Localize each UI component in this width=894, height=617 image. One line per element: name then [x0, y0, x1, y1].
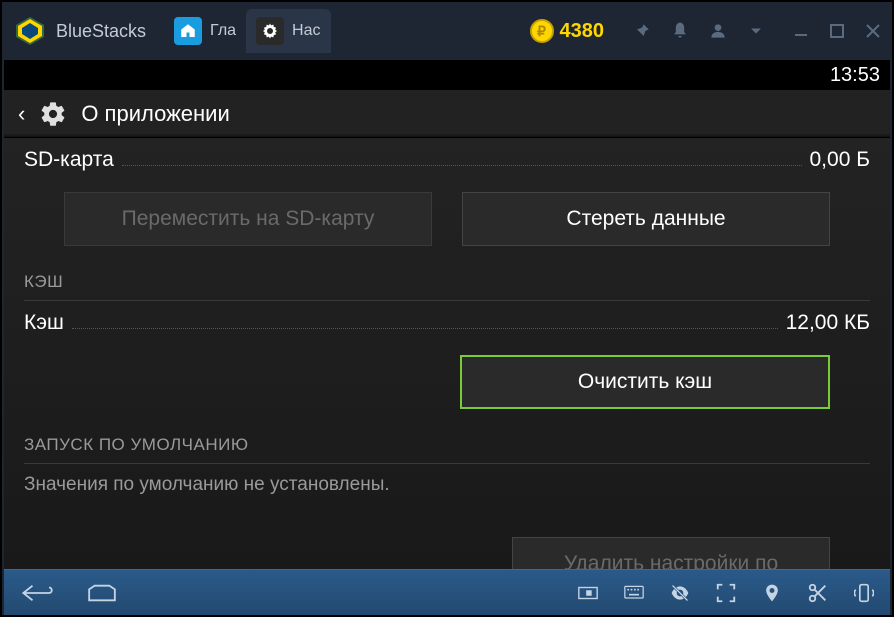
bell-icon[interactable]: [670, 21, 690, 41]
keyboard-icon[interactable]: [622, 581, 646, 605]
tab-settings[interactable]: Нас: [246, 9, 330, 53]
tab-settings-label: Нас: [292, 22, 320, 40]
rotate-icon[interactable]: [852, 581, 876, 605]
home-icon: [174, 17, 202, 45]
launch-defaults-text: Значения по умолчанию не установлены.: [4, 464, 890, 506]
bluestacks-logo-icon: [12, 13, 48, 49]
sd-card-row: SD-карта 0,00 Б: [4, 138, 890, 182]
page-title: О приложении: [81, 101, 229, 127]
cache-label: Кэш: [24, 311, 64, 335]
coin-value: 4380: [560, 20, 605, 43]
location-icon[interactable]: [760, 581, 784, 605]
sd-card-label: SD-карта: [24, 148, 114, 172]
fullscreen-icon[interactable]: [714, 581, 738, 605]
android-screen: 13:53 ‹ О приложении SD-карта 0,00 Б Пер…: [4, 60, 890, 615]
gear-icon: [256, 17, 284, 45]
clear-defaults-button[interactable]: Удалить настройки по: [512, 537, 830, 569]
coins-display[interactable]: ₽ 4380: [530, 19, 605, 43]
scissors-icon[interactable]: [806, 581, 830, 605]
status-bar: 13:53: [4, 60, 890, 90]
tabs: Гла Нас: [164, 2, 330, 60]
gear-icon: [39, 100, 67, 128]
pin-icon[interactable]: [632, 21, 652, 41]
app-name: BlueStacks: [56, 21, 146, 42]
input-method-icon[interactable]: [576, 581, 600, 605]
back-icon[interactable]: ‹: [18, 101, 25, 127]
maximize-button[interactable]: [828, 22, 846, 40]
android-navbar: [4, 569, 890, 615]
titlebar: BlueStacks Гла Нас ₽ 4380: [2, 2, 892, 60]
status-time: 13:53: [830, 64, 880, 87]
chevron-down-icon[interactable]: [746, 21, 766, 41]
tab-home[interactable]: Гла: [164, 9, 246, 53]
launch-section-header: ЗАПУСК ПО УМОЛЧАНИЮ: [4, 423, 890, 463]
cache-row: Кэш 12,00 КБ: [4, 301, 890, 345]
sd-card-value: 0,00 Б: [810, 148, 871, 172]
clear-cache-button[interactable]: Очистить кэш: [460, 355, 830, 409]
move-to-sd-button: Переместить на SD-карту: [64, 192, 432, 246]
content: SD-карта 0,00 Б Переместить на SD-карту …: [4, 138, 890, 569]
tab-home-label: Гла: [210, 22, 236, 40]
clear-data-button[interactable]: Стереть данные: [462, 192, 830, 246]
coin-icon: ₽: [530, 19, 554, 43]
cache-section-header: КЭШ: [4, 260, 890, 300]
minimize-button[interactable]: [792, 22, 810, 40]
cache-value: 12,00 КБ: [786, 311, 870, 335]
user-icon[interactable]: [708, 21, 728, 41]
back-nav-icon[interactable]: [18, 578, 58, 608]
visibility-off-icon[interactable]: [668, 581, 692, 605]
app-header: ‹ О приложении: [4, 90, 890, 138]
home-nav-icon[interactable]: [82, 578, 122, 608]
close-button[interactable]: [864, 22, 882, 40]
